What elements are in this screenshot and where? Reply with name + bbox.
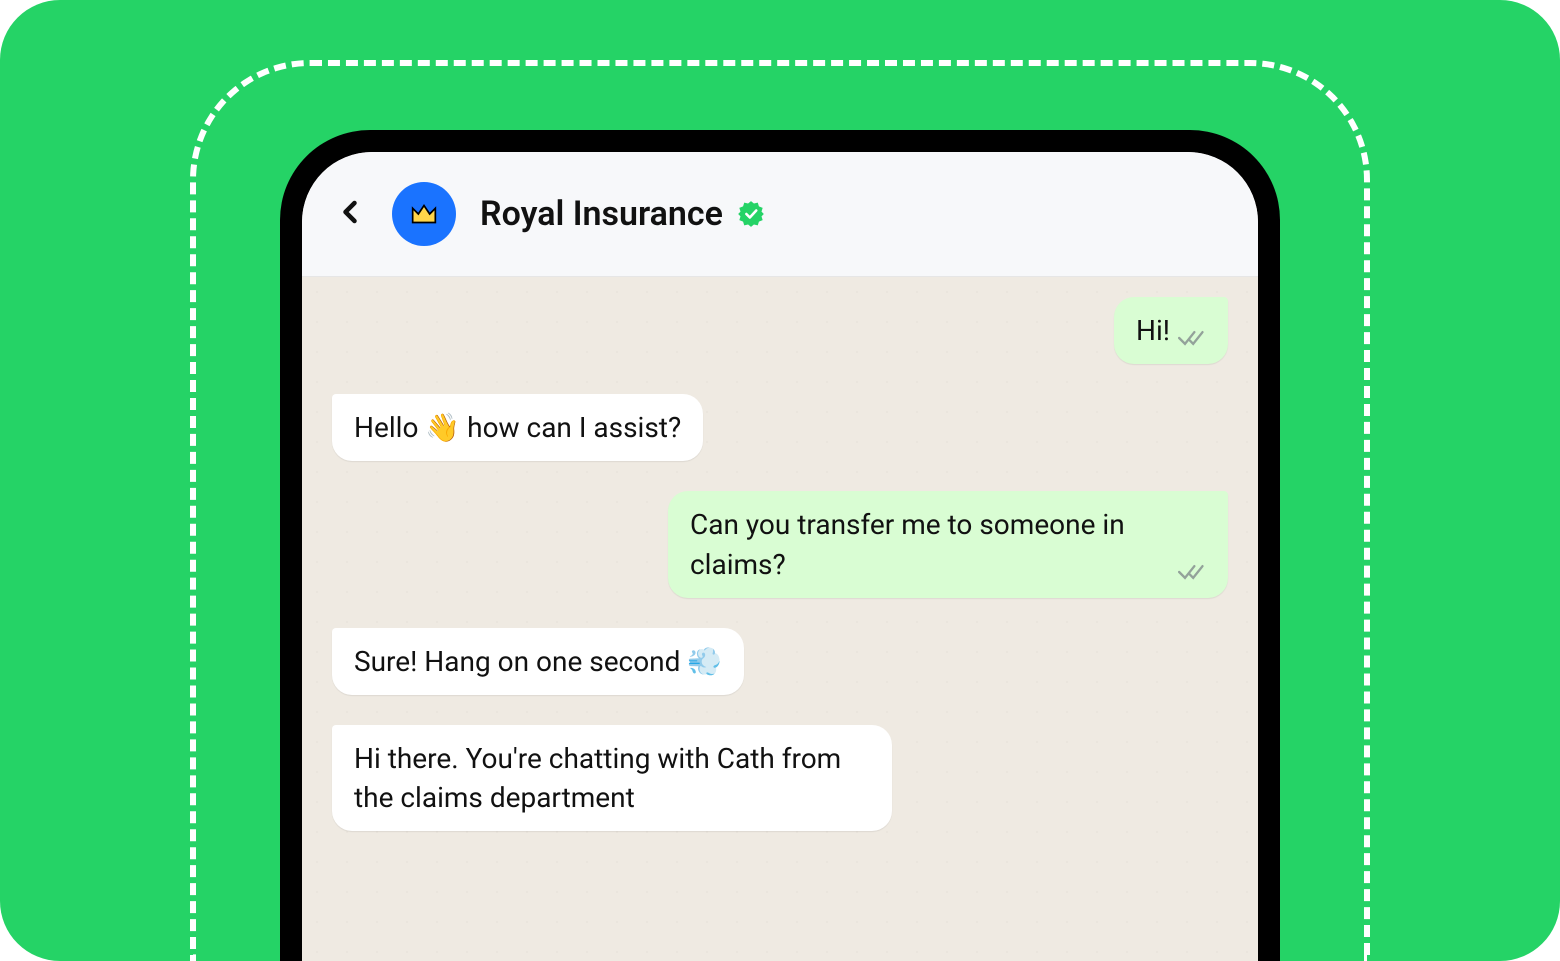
- message-row: Hi!: [332, 297, 1228, 364]
- message-text: Hi there. You're chatting with Cath from…: [354, 742, 841, 814]
- chevron-left-icon: [332, 194, 368, 230]
- crown-icon: [407, 197, 441, 231]
- message-sent: Hi!: [1114, 297, 1228, 364]
- chat-title: Royal Insurance: [480, 194, 723, 234]
- message-text: Can you transfer me to someone in claims…: [690, 505, 1170, 583]
- chat-body[interactable]: Hi! Hello 👋 how can I assist? Can you tr…: [302, 277, 1258, 961]
- message-received: Hello 👋 how can I assist?: [332, 394, 703, 461]
- read-ticks-icon: [1178, 562, 1206, 582]
- read-ticks-icon: [1178, 328, 1206, 348]
- phone-screen: Royal Insurance Hi!: [302, 152, 1258, 961]
- chat-header: Royal Insurance: [302, 152, 1258, 277]
- promo-frame: Royal Insurance Hi!: [0, 0, 1560, 961]
- phone-mockup: Royal Insurance Hi!: [280, 130, 1280, 961]
- message-row: Sure! Hang on one second 💨: [332, 628, 1228, 695]
- avatar[interactable]: [392, 182, 456, 246]
- message-text: Sure! Hang on one second 💨: [354, 645, 722, 678]
- message-text: Hello 👋 how can I assist?: [354, 411, 681, 444]
- message-row: Can you transfer me to someone in claims…: [332, 491, 1228, 597]
- verified-badge-icon: [737, 200, 765, 228]
- message-received: Hi there. You're chatting with Cath from…: [332, 725, 892, 831]
- chat-title-row: Royal Insurance: [480, 194, 765, 234]
- message-row: Hello 👋 how can I assist?: [332, 394, 1228, 461]
- message-row: Hi there. You're chatting with Cath from…: [332, 725, 1228, 831]
- message-received: Sure! Hang on one second 💨: [332, 628, 744, 695]
- message-text: Hi!: [1136, 311, 1170, 350]
- message-sent: Can you transfer me to someone in claims…: [668, 491, 1228, 597]
- back-button[interactable]: [332, 190, 368, 238]
